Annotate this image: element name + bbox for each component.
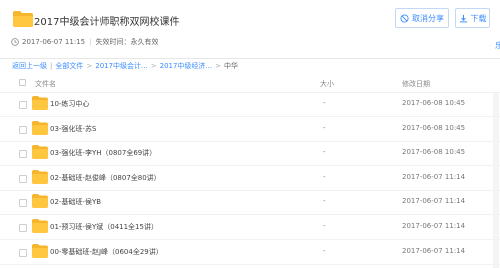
scrollbar[interactable] [493,93,499,268]
download-label: 下载 [470,13,487,23]
more-button[interactable]: 乐 [494,35,500,55]
folder-icon [32,243,48,258]
folder-icon [32,145,48,160]
breadcrumb-current: 中华 [223,62,238,70]
file-row[interactable]: 01-预习班-侯Y斌（0411全15讲） - 2017-06-07 11:14 [0,216,500,240]
download-button[interactable]: 下载 [455,8,490,28]
file-name[interactable]: 03-强化班-苏S [50,124,96,134]
row-checkbox[interactable] [19,125,27,134]
file-date: 2017-06-07 11:14 [402,197,466,206]
row-checkbox[interactable] [19,101,27,109]
row-checkbox[interactable] [19,248,27,257]
file-name[interactable]: 10-练习中心 [50,99,89,109]
file-size: - [323,172,326,181]
file-date: 2017-06-07 11:14 [402,172,466,181]
file-row[interactable]: 03-强化班-苏S - 2017-06-08 10:45 [0,118,500,142]
breadcrumb-back-link[interactable]: 返回上一级 [12,61,47,71]
share-title: 2017中级会计师职称双网校课件 [34,17,180,28]
file-name[interactable]: 02-基础班-侯YB [50,197,101,207]
file-row[interactable]: 10-练习中心 - 2017-06-08 10:45 [0,93,500,117]
folder-icon [32,169,48,184]
share-header: 2017中级会计师职称双网校课件 2017-06-07 11:15 | 失效时间… [0,0,500,58]
file-size: - [323,222,326,230]
cancel-share-icon [400,13,409,23]
breadcrumb-separator: | [50,62,53,70]
file-name[interactable]: 01-预习班-侯Y斌（0411全15讲） [50,222,158,232]
row-checkbox[interactable] [19,150,27,159]
share-date: 2017-06-07 11:15 [22,38,86,46]
clock-icon [11,38,19,46]
select-all-checkbox[interactable] [19,79,26,86]
cancel-share-button[interactable]: 取消分享 [395,8,449,28]
cancel-share-label: 取消分享 [412,13,444,23]
row-checkbox[interactable] [19,174,27,183]
folder-icon [32,219,48,233]
breadcrumb-all-files-link[interactable]: 全部文件 [55,61,83,71]
file-date: 2017-06-08 10:45 [402,123,466,132]
breadcrumb-level2-link[interactable]: 2017中级经济... [160,61,213,71]
breadcrumb-level1-link[interactable]: 2017中级会计... [95,61,148,71]
file-size: - [323,123,326,132]
column-header-date[interactable]: 修改日期 [402,79,430,89]
file-name[interactable]: 03-强化班-李YH（0807全69讲） [50,148,156,158]
column-header-size[interactable]: 大小 [320,79,334,89]
file-size: - [323,197,326,206]
file-row[interactable]: 02-基础班-赵俊峰（0807全80讲） - 2017-06-07 11:14 [0,167,500,191]
row-checkbox[interactable] [19,224,27,232]
file-size: - [323,148,326,157]
meta-separator: | [89,38,92,46]
folder-icon [32,194,48,209]
folder-icon [13,11,33,27]
file-row[interactable]: 03-强化班-李YH（0807全69讲） - 2017-06-08 10:45 [0,142,500,167]
download-icon [459,14,467,22]
header-divider [0,58,500,59]
folder-icon [32,96,48,110]
file-size: - [323,246,326,255]
file-row[interactable]: 02-基础班-侯YB - 2017-06-07 11:14 [0,191,500,216]
folder-icon [32,120,48,135]
share-expiry: 失效时间：永久有效 [95,38,159,46]
breadcrumb: 返回上一级 | 全部文件 > 2017中级会计... > 2017中级经济...… [12,61,238,71]
file-date: 2017-06-08 10:45 [402,99,466,107]
row-checkbox[interactable] [19,199,27,208]
breadcrumb-separator: > [150,62,157,70]
row-divider [0,263,500,265]
file-name[interactable]: 00-零基础班-赵J峰（0604全29讲） [50,247,163,257]
file-table-header: 文件名 大小 修改日期 [0,77,500,92]
file-date: 2017-06-07 11:14 [402,222,466,230]
file-name[interactable]: 02-基础班-赵俊峰（0807全80讲） [50,173,161,183]
file-size: - [323,99,326,107]
column-header-name[interactable]: 文件名 [35,79,56,89]
file-date: 2017-06-07 11:14 [402,246,466,255]
share-meta: 2017-06-07 11:15 | 失效时间：永久有效 [11,37,158,47]
breadcrumb-separator: > [215,62,221,70]
file-row[interactable]: 00-零基础班-赵J峰（0604全29讲） - 2017-06-07 11:14 [0,241,500,265]
file-date: 2017-06-08 10:45 [402,148,466,157]
breadcrumb-separator: > [86,62,93,70]
